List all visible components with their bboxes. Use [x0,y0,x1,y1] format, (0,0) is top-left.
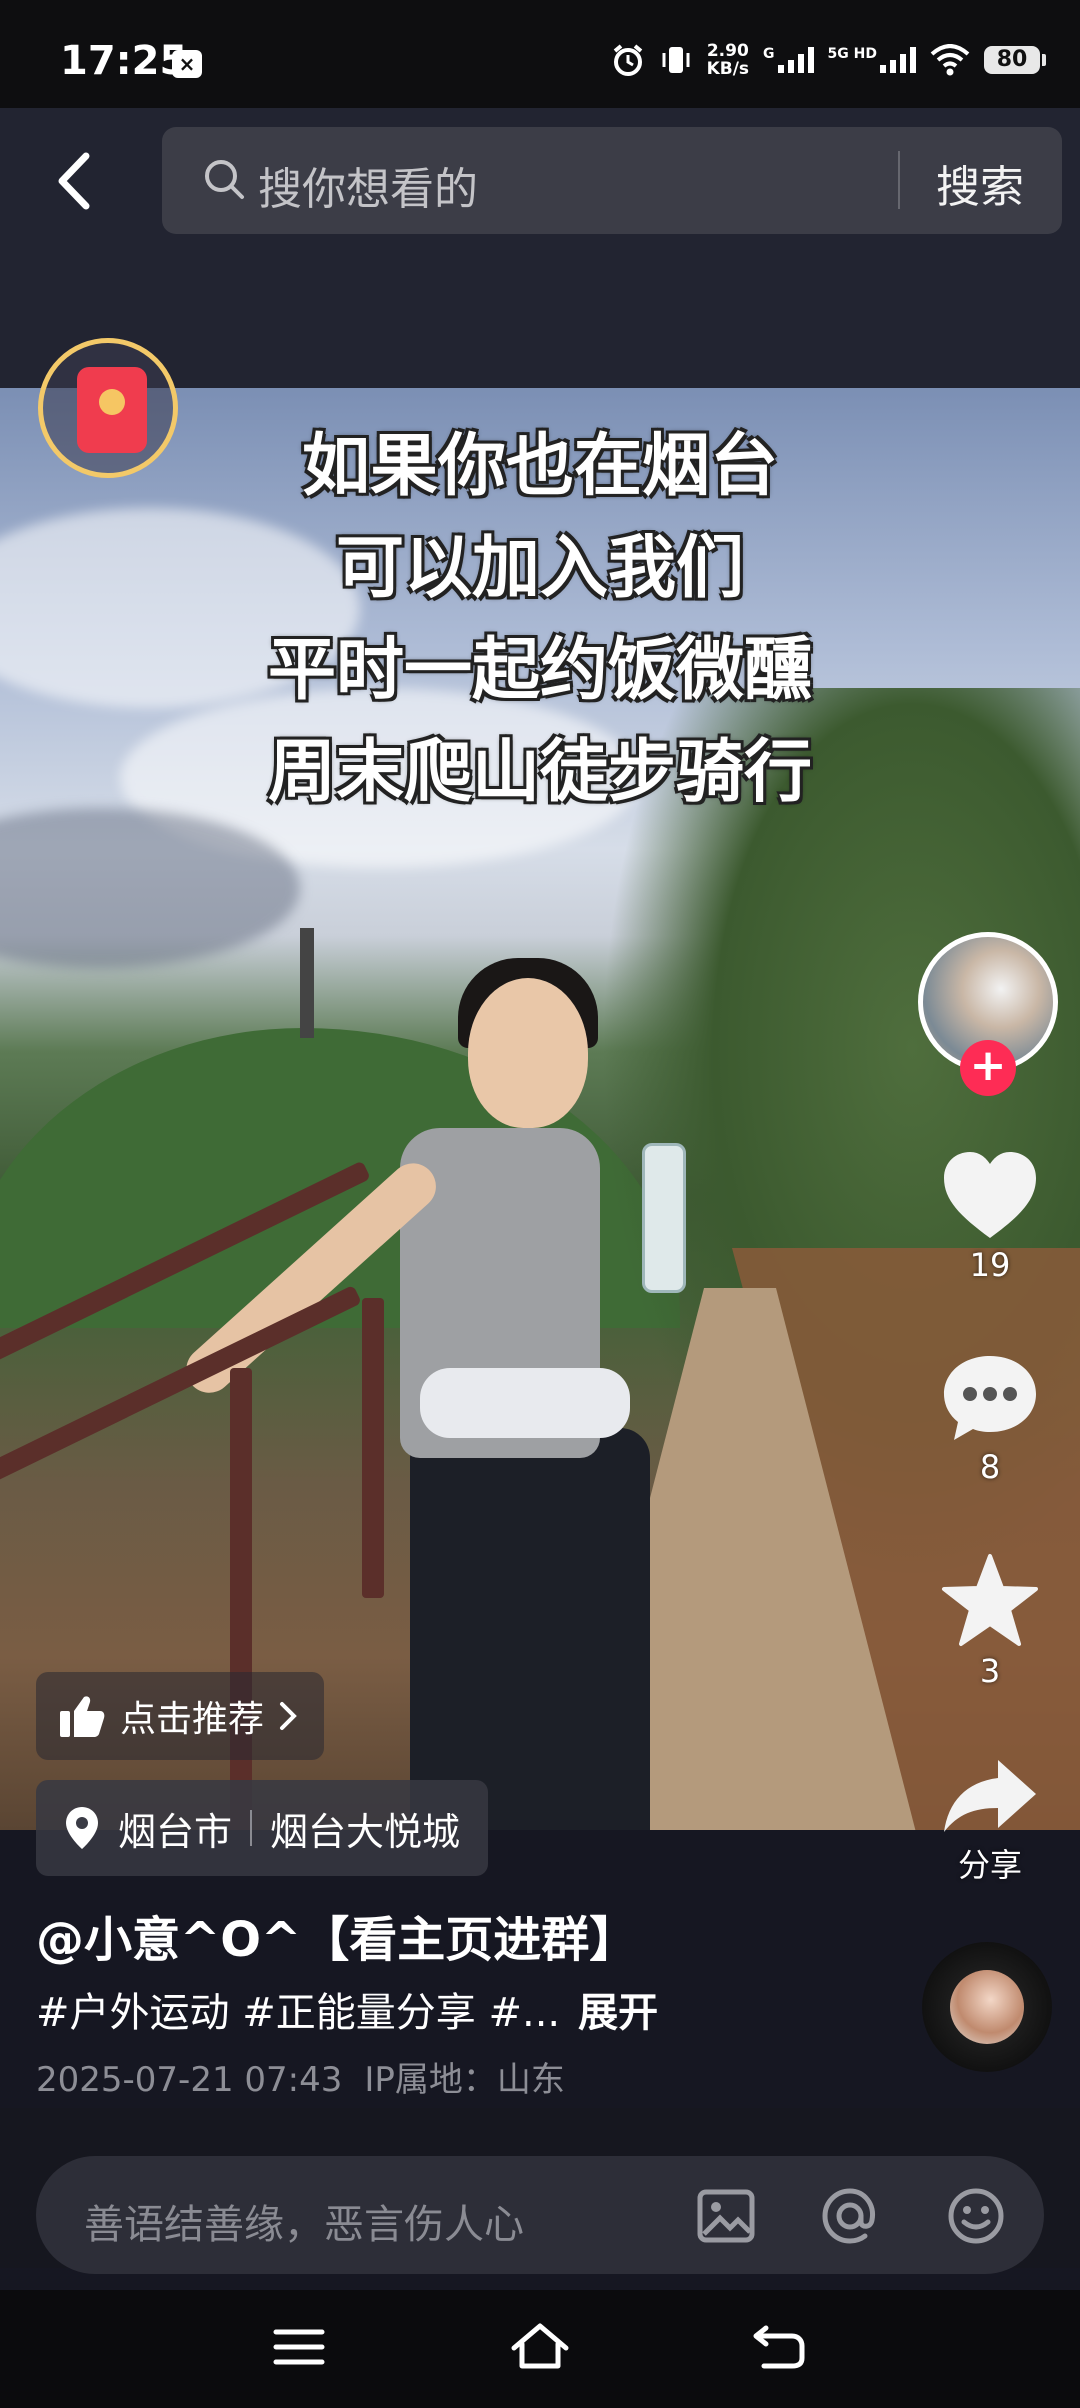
search-button[interactable]: 搜索 [936,151,1024,215]
search-divider [898,151,900,209]
signal-icon [777,47,814,73]
status-icons: 2.90 KB/s G 5G HD 80 [611,40,1046,80]
like-count: 19 [969,1246,1011,1284]
network-speed-value: 2.90 [706,41,749,61]
alarm-icon [613,44,642,76]
red-packet-icon [77,367,147,453]
post-tags: #户外运动 #正能量分享 #... 展开 [36,1980,658,2038]
vibrate-icon [662,47,690,73]
ip-location: IP属地：山东 [364,2060,565,2100]
menu-icon[interactable] [272,2320,326,2374]
follow-button[interactable]: + [960,1040,1016,1096]
at-icon[interactable] [820,2186,880,2246]
post-datetime: 2025-07-21 07:43 [36,2060,343,2100]
back-button[interactable] [40,138,110,224]
radio-tower [300,928,314,1038]
comment-input[interactable]: 善语结善缘，恶言伤人心 [36,2156,1044,2274]
author-name[interactable]: @小意^O^【看主页进群】 [36,1900,637,1970]
star-icon [942,1554,1038,1646]
music-disc-cover [950,1970,1024,2044]
network-speed-unit: KB/s [706,59,750,79]
comment-icon [944,1356,1036,1440]
emoji-icon[interactable] [946,2186,1006,2246]
wifi-icon [930,44,970,76]
search-input[interactable]: 搜你想看的 [258,153,478,217]
back-icon [58,152,90,210]
heart-icon [944,1152,1036,1238]
recommend-label: 点击推荐 [120,1699,265,1740]
caption-line: 周末爬山徒步骑行 [267,733,812,812]
thumbs-up-icon [60,1696,105,1737]
favorite-count: 3 [979,1652,1001,1690]
status-time: 17:25 [60,38,188,84]
video-player[interactable]: 如果你也在烟台 可以加入我们 平时一起约饭微醺 周末爬山徒步骑行 [0,388,1080,1830]
music-disc[interactable] [922,1942,1052,2072]
comment-button[interactable]: 8 [930,1352,1050,1486]
video-caption-overlay: 如果你也在烟台 可以加入我们 平时一起约饭微醺 周末爬山徒步骑行 [0,416,1080,824]
image-icon[interactable] [696,2186,756,2246]
person-legs [410,1428,650,1830]
location-city: 烟台市 [118,1809,233,1854]
recommend-chip[interactable]: 点击推荐 [36,1672,325,1760]
person-face [468,978,588,1128]
sim2-label: 5G HD [827,46,877,62]
post-meta: 2025-07-21 07:43 IP属地：山东 [36,2052,565,2101]
favorite-button[interactable]: 3 [930,1552,1050,1690]
share-label: 分享 [957,1846,1022,1884]
chevron-right-icon [280,1702,297,1730]
notification-app-icon: × [172,50,202,78]
back-nav-icon[interactable] [752,2320,806,2374]
location-separator [250,1810,253,1846]
fence-post [230,1368,252,1830]
caption-line: 平时一起约饭微醺 [267,631,812,710]
sim2-signal: 5G HD [828,47,916,73]
location-pin-icon [66,1807,98,1849]
signal-icon [880,47,916,73]
sim1-signal: G [763,47,814,73]
comment-placeholder: 善语结善缘，恶言伤人心 [84,2202,524,2248]
water-bottle [642,1143,686,1293]
comment-count: 8 [979,1448,1001,1486]
location-chip[interactable]: 烟台市 烟台大悦城 [36,1780,489,1876]
search-icon [205,160,244,199]
caption-line: 可以加入我们 [335,529,744,608]
waist-bag [420,1368,630,1438]
fence-post [362,1298,384,1598]
expand-button[interactable]: 展开 [578,1990,658,2036]
hashtags[interactable]: #户外运动 #正能量分享 #... [36,1990,560,2036]
network-speed: 2.90 KB/s [707,42,749,78]
location-place: 烟台大悦城 [270,1809,461,1854]
share-button[interactable]: 分享 [930,1756,1050,1886]
status-bar: 17:25 × 2.90 KB/s G 5G HD 80 [0,0,1080,108]
like-button[interactable]: 19 [930,1150,1050,1284]
home-icon[interactable] [510,2320,570,2374]
share-icon [944,1760,1036,1832]
red-packet-seal [99,389,125,415]
battery-indicator: 80 [984,46,1046,74]
red-packet-button[interactable] [38,338,178,478]
search-bar[interactable]: 搜你想看的 搜索 [162,127,1062,234]
video-detail-page: 17:25 × 2.90 KB/s G 5G HD 80 搜你想看的 搜索 如果… [0,0,1080,2408]
system-nav-bar [0,2290,1080,2408]
sim1-label: G [763,46,775,62]
